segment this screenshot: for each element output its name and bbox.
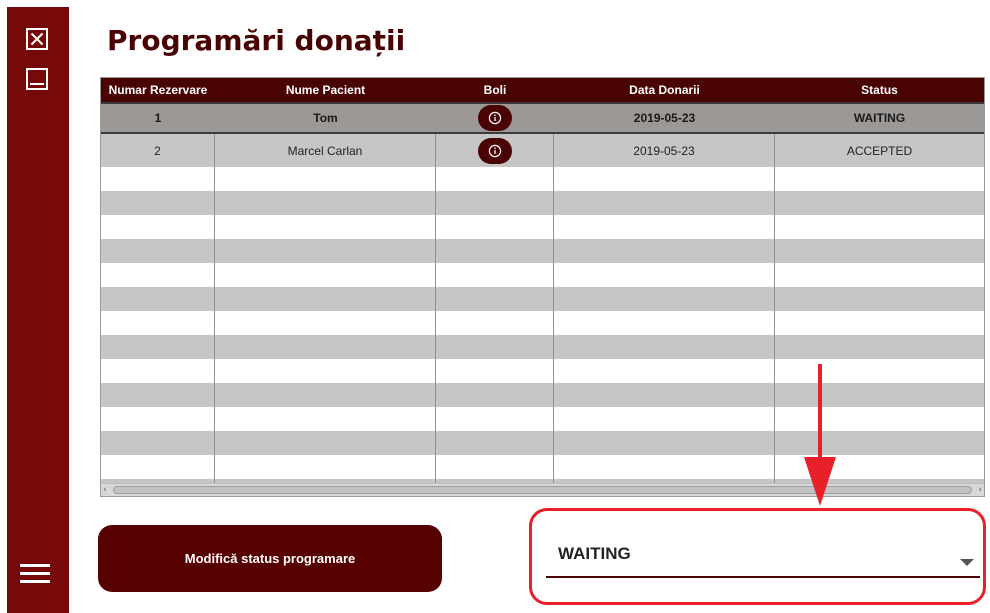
cell-numar-rezervare: 1	[154, 111, 162, 125]
scroll-left-icon[interactable]: ‹	[103, 484, 107, 496]
page-title: Programări donații	[107, 24, 406, 57]
annotation-highlight-box	[529, 508, 986, 605]
column-header-nume-pacient[interactable]: Nume Pacient	[215, 78, 436, 102]
empty-row	[101, 431, 984, 455]
app-window: Programări donații Numar Rezervare Nume …	[0, 0, 990, 613]
close-icon[interactable]	[25, 27, 49, 51]
cell-data-donarii: 2019-05-23	[554, 134, 775, 167]
scroll-right-icon[interactable]: ›	[978, 484, 982, 496]
sidebar	[7, 7, 69, 613]
empty-row	[101, 455, 984, 479]
cell-numar-rezervare: 2	[101, 134, 215, 167]
table-header: Numar Rezervare Nume Pacient Boli Data D…	[101, 78, 984, 102]
annotation-arrow-icon	[804, 364, 836, 506]
table-row-selected[interactable]: 1 Tom 2019-05-23 WAITING	[101, 102, 984, 134]
empty-row	[101, 359, 984, 383]
empty-row	[101, 263, 984, 287]
appointments-table: Numar Rezervare Nume Pacient Boli Data D…	[100, 77, 985, 497]
info-icon[interactable]	[477, 137, 512, 164]
cell-status: WAITING	[853, 111, 906, 125]
empty-row	[101, 167, 984, 191]
scrollbar-thumb[interactable]	[113, 486, 972, 494]
info-icon[interactable]	[478, 105, 512, 131]
empty-row	[101, 335, 984, 359]
menu-icon[interactable]	[20, 562, 52, 588]
empty-row	[101, 287, 984, 311]
cell-status: ACCEPTED	[846, 143, 913, 158]
column-header-numar-rezervare[interactable]: Numar Rezervare	[101, 78, 215, 102]
empty-row	[101, 407, 984, 431]
cell-nume-pacient: Marcel Carlan	[215, 134, 436, 167]
modify-status-button[interactable]: Modifică status programare	[98, 525, 442, 592]
empty-row	[101, 311, 984, 335]
empty-row	[101, 239, 984, 263]
horizontal-scrollbar[interactable]: ‹ ›	[101, 483, 984, 496]
empty-row	[101, 383, 984, 407]
minimize-icon[interactable]	[25, 67, 49, 91]
table-row[interactable]: 2 Marcel Carlan 2019-05-23 ACCEPTED	[101, 134, 984, 167]
cell-data-donarii: 2019-05-23	[633, 111, 696, 125]
empty-row	[101, 191, 984, 215]
column-header-boli[interactable]: Boli	[436, 78, 554, 102]
column-header-status[interactable]: Status	[775, 78, 984, 102]
cell-nume-pacient: Tom	[313, 111, 338, 125]
table-body: 1 Tom 2019-05-23 WAITING 2 Marcel Carlan	[101, 102, 984, 496]
empty-row	[101, 215, 984, 239]
cell-boli	[436, 134, 554, 167]
column-header-data-donarii[interactable]: Data Donarii	[554, 78, 775, 102]
cell-boli	[436, 104, 554, 132]
